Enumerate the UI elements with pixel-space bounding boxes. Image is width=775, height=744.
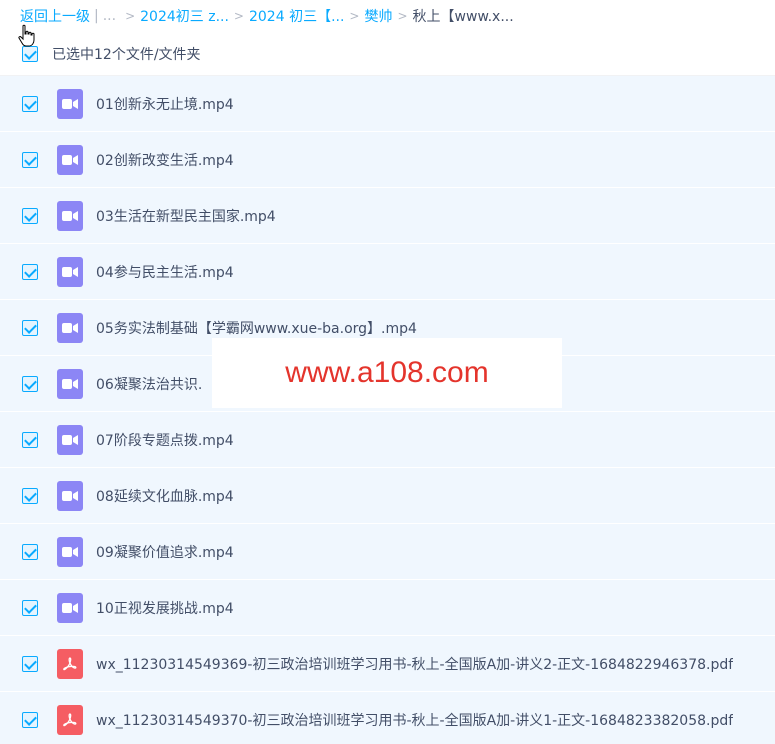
file-name[interactable]: 03生活在新型民主国家.mp4 — [96, 206, 276, 226]
video-file-icon — [57, 592, 83, 623]
select-all-row: 已选中12个文件/文件夹 — [0, 32, 775, 76]
chevron-right-icon: > — [125, 9, 136, 23]
row-checkbox[interactable] — [22, 207, 38, 224]
breadcrumb-item[interactable]: 2024初三 z... — [140, 6, 229, 26]
file-name[interactable]: 06凝聚法治共识. — [96, 374, 202, 394]
file-name[interactable]: 04参与民主生活.mp4 — [96, 262, 234, 282]
file-name[interactable]: 07阶段专题点拨.mp4 — [96, 430, 234, 450]
chevron-right-icon: > — [349, 9, 360, 23]
video-file-icon — [57, 256, 83, 287]
file-row[interactable]: 10正视发展挑战.mp4 — [0, 580, 775, 636]
file-name[interactable]: 05务实法制基础【学霸网www.xue-ba.org】.mp4 — [96, 318, 417, 338]
breadcrumb-divider: | — [94, 8, 99, 24]
file-row[interactable]: 08延续文化血脉.mp4 — [0, 468, 775, 524]
breadcrumb-ellipsis[interactable]: ... — [103, 8, 116, 24]
file-name[interactable]: 08延续文化血脉.mp4 — [96, 486, 234, 506]
row-checkbox[interactable] — [22, 431, 38, 448]
pdf-file-icon — [57, 704, 83, 735]
file-row[interactable]: wx_11230314549370-初三政治培训班学习用书-秋上-全国版A加-讲… — [0, 692, 775, 744]
watermark: www.a108.com — [212, 338, 562, 408]
file-row[interactable]: 04参与民主生活.mp4 — [0, 244, 775, 300]
row-checkbox[interactable] — [22, 655, 38, 672]
back-link[interactable]: 返回上一级 — [20, 6, 90, 26]
file-name[interactable]: wx_11230314549370-初三政治培训班学习用书-秋上-全国版A加-讲… — [96, 710, 733, 730]
file-row[interactable]: wx_11230314549369-初三政治培训班学习用书-秋上-全国版A加-讲… — [0, 636, 775, 692]
row-checkbox[interactable] — [22, 319, 38, 336]
file-name[interactable]: 01创新永无止境.mp4 — [96, 94, 234, 114]
row-checkbox[interactable] — [22, 711, 38, 728]
file-list: 01创新永无止境.mp4 02创新改变生活.mp4 03生活在新型民主国家.mp… — [0, 76, 775, 744]
video-file-icon — [57, 536, 83, 567]
file-name[interactable]: 02创新改变生活.mp4 — [96, 150, 234, 170]
row-checkbox[interactable] — [22, 95, 38, 112]
breadcrumb-item[interactable]: 樊帅 — [364, 6, 392, 26]
breadcrumb-item[interactable]: 2024 初三【... — [249, 6, 344, 26]
chevron-right-icon: > — [233, 9, 244, 23]
chevron-right-icon: > — [397, 9, 408, 23]
file-name[interactable]: wx_11230314549369-初三政治培训班学习用书-秋上-全国版A加-讲… — [96, 654, 733, 674]
file-row[interactable]: 09凝聚价值追求.mp4 — [0, 524, 775, 580]
hand-cursor-icon — [18, 24, 35, 47]
file-name[interactable]: 10正视发展挑战.mp4 — [96, 598, 234, 618]
video-file-icon — [57, 312, 83, 343]
file-row[interactable]: 07阶段专题点拨.mp4 — [0, 412, 775, 468]
pdf-file-icon — [57, 648, 83, 679]
row-checkbox[interactable] — [22, 543, 38, 560]
row-checkbox[interactable] — [22, 263, 38, 280]
file-row[interactable]: 01创新永无止境.mp4 — [0, 76, 775, 132]
row-checkbox[interactable] — [22, 487, 38, 504]
file-row[interactable]: 03生活在新型民主国家.mp4 — [0, 188, 775, 244]
video-file-icon — [57, 88, 83, 119]
row-checkbox[interactable] — [22, 151, 38, 168]
video-file-icon — [57, 200, 83, 231]
row-checkbox[interactable] — [22, 599, 38, 616]
breadcrumb-current: 秋上【www.x... — [412, 9, 514, 25]
video-file-icon — [57, 424, 83, 455]
video-file-icon — [57, 480, 83, 511]
row-checkbox[interactable] — [22, 375, 38, 392]
file-browser: 返回上一级 | ... > 2024初三 z... > 2024 初三【... … — [0, 0, 775, 744]
video-file-icon — [57, 144, 83, 175]
video-file-icon — [57, 368, 83, 399]
selection-count-label: 已选中12个文件/文件夹 — [52, 46, 201, 63]
file-name[interactable]: 09凝聚价值追求.mp4 — [96, 542, 234, 562]
breadcrumb: 返回上一级 | ... > 2024初三 z... > 2024 初三【... … — [0, 0, 775, 32]
file-row[interactable]: 02创新改变生活.mp4 — [0, 132, 775, 188]
